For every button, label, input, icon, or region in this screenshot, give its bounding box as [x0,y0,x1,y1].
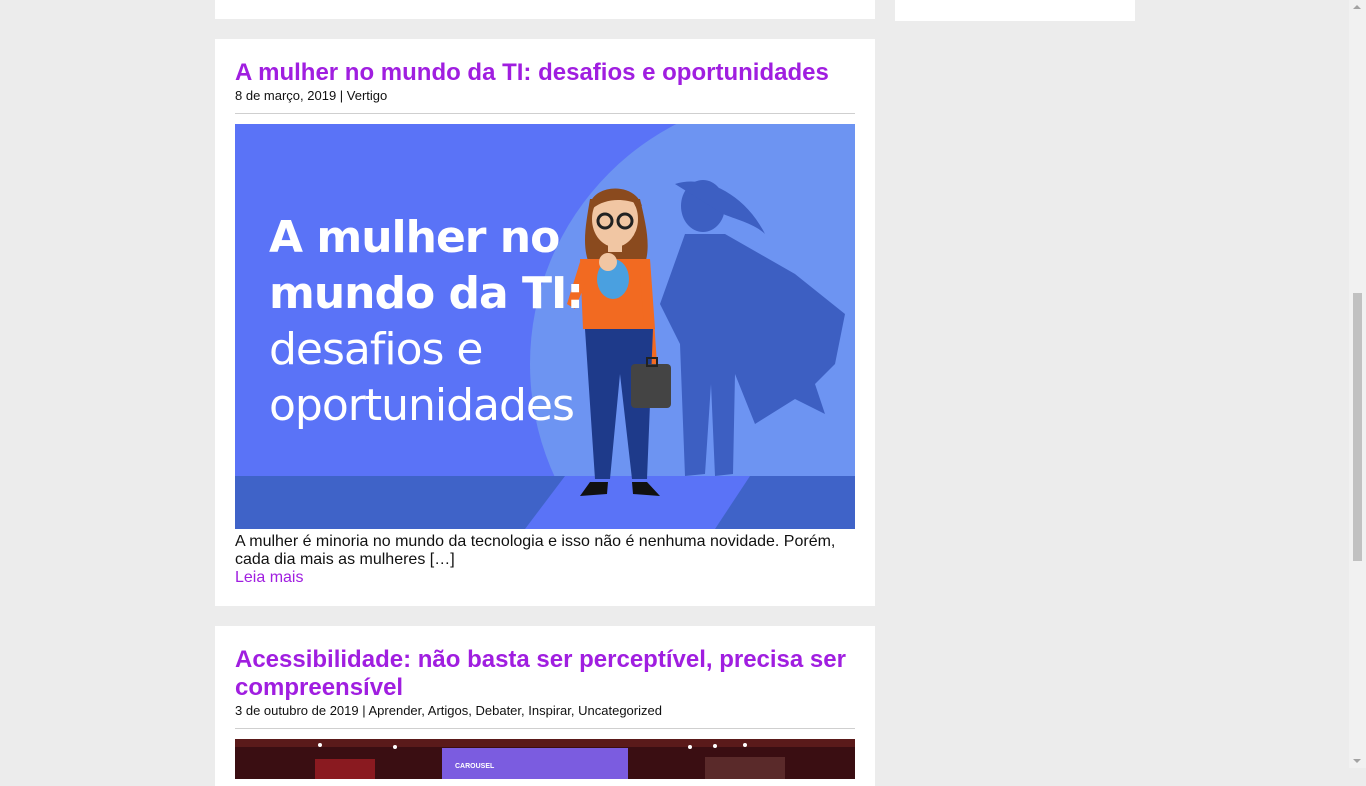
stage-photo [235,739,855,779]
divider [235,728,855,729]
post-featured-image[interactable]: A mulher no mundo da TI: desafios e opor… [235,124,855,529]
hero-line-3: desafios e [269,324,484,375]
post-date: 8 de março, 2019 [235,88,337,103]
vertical-scrollbar[interactable] [1349,0,1366,768]
post-meta: 8 de março, 2019 | Vertigo [235,88,855,104]
post-excerpt: A mulher é minoria no mundo da tecnologi… [235,533,836,568]
sidebar-widget [895,0,1135,21]
divider [235,113,855,114]
read-more-link[interactable]: Leia mais [235,569,855,587]
post-card: Acessibilidade: não basta ser perceptíve… [215,626,875,786]
scroll-up-icon[interactable] [1353,5,1361,9]
post-title-link[interactable]: A mulher no mundo da TI: desafios e opor… [235,39,855,87]
category-link[interactable]: Inspirar [528,703,571,718]
post-date: 3 de outubro de 2019 [235,703,359,718]
category-link[interactable]: Debater [475,703,521,718]
hero-title: A mulher no mundo da TI: desafios e opor… [269,210,584,434]
category-link[interactable]: Vertigo [347,88,387,103]
post-title-link[interactable]: Acessibilidade: não basta ser perceptíve… [235,626,855,702]
category-link[interactable]: Uncategorized [578,703,662,718]
scroll-down-icon[interactable] [1353,759,1361,763]
hero-line-4: oportunidades [269,380,575,431]
hero-line-2: mundo da TI: [269,268,584,319]
post-card: A mulher no mundo da TI: desafios e opor… [215,39,875,606]
hero-line-1: A mulher no [269,212,560,263]
post-featured-image[interactable]: CAROUSEL [235,739,855,779]
previous-post-card [215,0,875,19]
post-meta: 3 de outubro de 2019 | Aprender, Artigos… [235,703,662,718]
meta-separator: | [358,703,369,718]
meta-separator: | [336,88,347,103]
photo-screen-text: CAROUSEL [455,763,495,770]
scroll-thumb[interactable] [1353,293,1362,561]
category-link[interactable]: Artigos [428,703,468,718]
category-link[interactable]: Aprender [369,703,422,718]
